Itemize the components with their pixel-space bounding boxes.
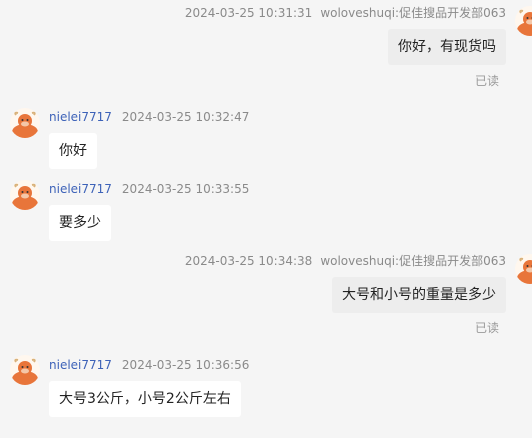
message-timestamp: 2024-03-25 10:33:55 (121, 182, 250, 196)
message-timestamp: 2024-03-25 10:31:31 (184, 6, 313, 20)
avatar[interactable] (515, 254, 532, 284)
message-meta: nielei7717 2024-03-25 10:36:56 (49, 357, 249, 373)
message-bubble: 你好，有现货吗 (388, 29, 506, 65)
read-status: 已读 (474, 321, 499, 335)
avatar[interactable] (515, 6, 532, 36)
sender-name[interactable]: nielei7717 (49, 358, 112, 372)
message-meta: nielei7717 2024-03-25 10:33:55 (49, 181, 249, 197)
avatar[interactable] (10, 180, 40, 210)
cartoon-cow-avatar-icon (12, 183, 38, 210)
message-timestamp: 2024-03-25 10:34:38 (184, 254, 313, 268)
message-bubble: 要多少 (49, 205, 111, 241)
cartoon-cow-avatar-icon (12, 111, 38, 138)
message-timestamp: 2024-03-25 10:32:47 (121, 110, 250, 124)
message-sender: woloveshuqi:促佳搜品开发部063 (320, 254, 506, 268)
message-meta: 2024-03-25 10:34:38 woloveshuqi:促佳搜品开发部06… (185, 253, 506, 269)
message-bubble: 大号3公斤，小号2公斤左右 (49, 381, 241, 417)
sender-name[interactable]: nielei7717 (49, 110, 112, 124)
message-meta: 2024-03-25 10:31:31 woloveshuqi:促佳搜品开发部06… (185, 5, 506, 21)
message-bubble: 大号和小号的重量是多少 (332, 277, 506, 313)
message-sender: woloveshuqi:促佳搜品开发部063 (320, 6, 506, 20)
avatar[interactable] (10, 108, 40, 138)
avatar[interactable] (10, 355, 40, 385)
cartoon-cow-avatar-icon (12, 358, 38, 385)
message-timestamp: 2024-03-25 10:36:56 (121, 358, 250, 372)
message-meta: nielei7717 2024-03-25 10:32:47 (49, 109, 249, 125)
cartoon-cow-avatar-icon (517, 257, 532, 284)
message-bubble: 你好 (49, 133, 97, 169)
sender-name[interactable]: nielei7717 (49, 182, 112, 196)
chat-window: 2024-03-25 10:31:31 woloveshuqi:促佳搜品开发部06… (0, 0, 532, 438)
read-status: 已读 (474, 74, 499, 88)
cartoon-cow-avatar-icon (517, 9, 532, 36)
